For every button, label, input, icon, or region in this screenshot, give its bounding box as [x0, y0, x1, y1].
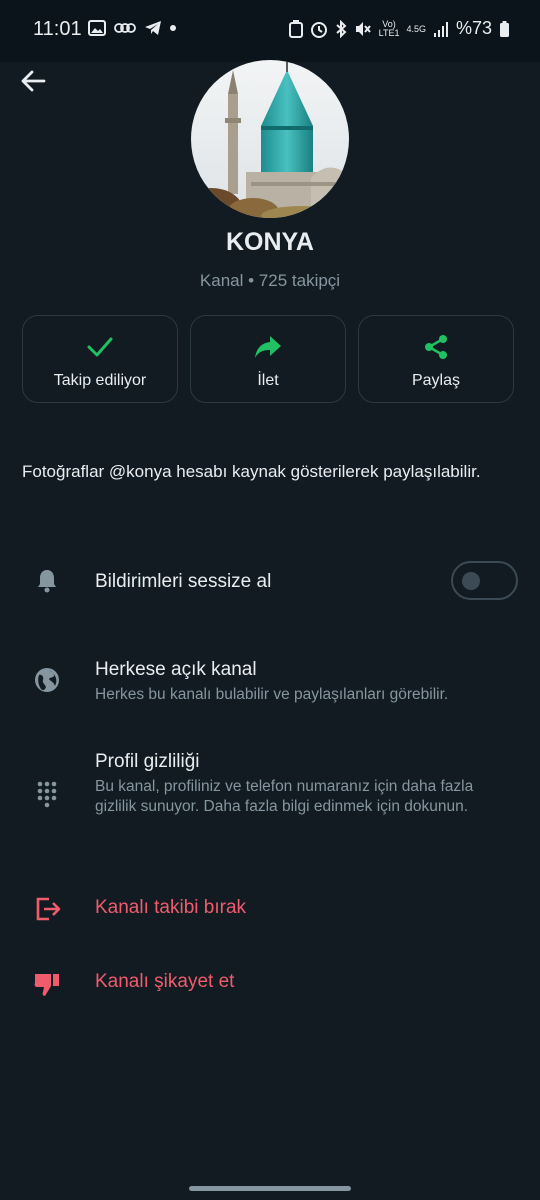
public-detail: Herkes bu kanalı bulabilir ve paylaşılan… — [95, 686, 449, 703]
following-label: Takip ediliyor — [53, 372, 147, 389]
network-label: 4.5G — [406, 23, 426, 34]
alarm-icon — [310, 21, 327, 38]
mute-icon — [355, 21, 371, 36]
volte-label: Vo) LTE1 — [378, 18, 400, 38]
status-time: 11:01 — [33, 18, 82, 40]
privacy-title: Profil gizliliği — [95, 751, 200, 772]
home-indicator[interactable] — [189, 1186, 351, 1191]
mute-title: Bildirimleri sessize al — [95, 571, 272, 592]
gallery-icon — [88, 20, 106, 36]
bell-icon — [38, 570, 56, 593]
share-icon — [425, 335, 447, 359]
dot-icon — [170, 25, 176, 31]
share-label: Paylaş — [411, 372, 461, 389]
mevlana-image — [191, 60, 349, 218]
app-icon — [114, 23, 136, 33]
public-channel-row[interactable]: Herkese açık kanal Herkes bu kanalı bula… — [0, 655, 540, 715]
back-arrow-icon[interactable] — [18, 66, 48, 96]
battery-percent: %73 — [455, 18, 492, 38]
profile-privacy-row[interactable]: Profil gizliliği Bu kanal, profiliniz ve… — [0, 748, 540, 840]
channel-subtitle: Kanal • 725 takipçi — [199, 271, 341, 290]
privacy-detail: Bu kanal, profiliniz ve telefon numaranı… — [95, 778, 474, 815]
system-icons: Vo) LTE1 4.5G %73 — [288, 18, 510, 39]
unfollow-title: Kanalı takibi bırak — [95, 897, 247, 918]
telegram-icon — [145, 21, 161, 35]
action-buttons: Takip ediliyor İlet Paylaş — [22, 315, 514, 403]
channel-name: KONYA — [226, 228, 314, 256]
forward-icon — [255, 336, 281, 358]
forward-label: İlet — [257, 372, 279, 389]
bluetooth-icon — [335, 19, 347, 38]
forward-button[interactable]: İlet — [190, 315, 346, 403]
exit-icon — [36, 897, 61, 921]
toggle-knob — [462, 572, 480, 590]
notification-icons — [88, 20, 176, 36]
globe-icon — [35, 668, 59, 692]
thumbs-down-icon — [34, 974, 59, 996]
channel-avatar[interactable] — [191, 60, 349, 218]
report-row[interactable]: Kanalı şikayet et — [0, 964, 540, 1004]
public-title: Herkese açık kanal — [95, 659, 257, 680]
mute-toggle[interactable] — [451, 561, 518, 600]
following-button[interactable]: Takip ediliyor — [22, 315, 178, 403]
unfollow-row[interactable]: Kanalı takibi bırak — [0, 890, 540, 930]
battery-saver-icon — [288, 19, 303, 38]
check-icon — [87, 337, 113, 357]
status-bar: 11:01 Vo) LTE1 4.5G %73 — [0, 0, 540, 62]
share-button[interactable]: Paylaş — [358, 315, 514, 403]
battery-icon — [500, 20, 509, 37]
channel-description: Fotoğraflar @konya hesabı kaynak gösteri… — [22, 462, 481, 481]
report-title: Kanalı şikayet et — [95, 971, 235, 992]
dialpad-icon — [37, 781, 57, 808]
signal-icon — [433, 21, 448, 37]
